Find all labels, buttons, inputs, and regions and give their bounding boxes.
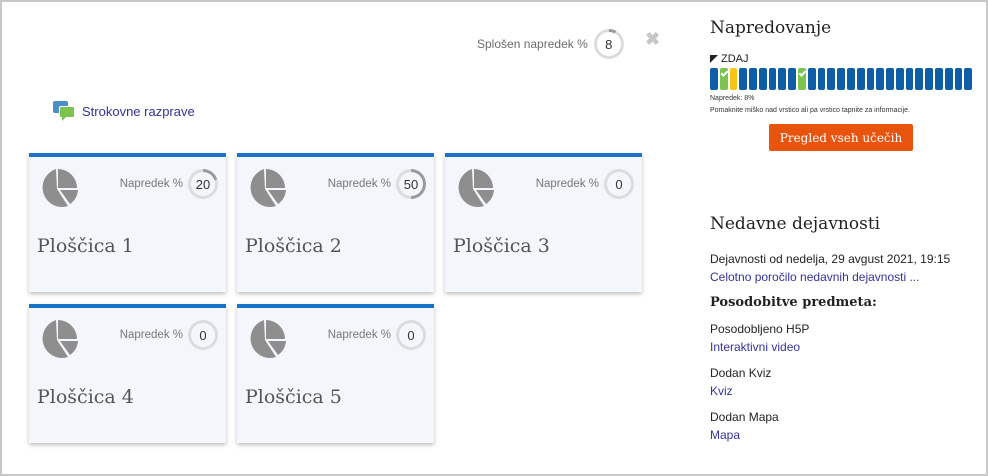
tile-progress: Napredek % 20: [120, 169, 218, 199]
tile-progress-value: 0: [407, 327, 415, 343]
progress-segment[interactable]: [719, 68, 729, 90]
recent-activity: Dejavnosti od nedelja, 29 avgust 2021, 1…: [710, 252, 978, 442]
overview-learners-button[interactable]: Pregled vseh učečih: [769, 124, 913, 151]
tile-title: Ploščica 5: [245, 386, 342, 408]
course-update: Dodan Kviz Kviz: [710, 366, 978, 398]
progress-segment[interactable]: [827, 68, 836, 90]
tile-title: Ploščica 1: [37, 235, 134, 257]
check-icon: [720, 69, 729, 77]
progress-block: Napredovanje ZDAJ Napredek: 8% Pomaknite…: [710, 18, 978, 151]
forum-label: Strokovne razprave: [82, 103, 195, 119]
check-icon: [798, 69, 807, 77]
tile[interactable]: Napredek % 20 Ploščica 1: [29, 153, 226, 292]
tile-progress: Napredek % 0: [536, 169, 634, 199]
tile-progress-label: Napredek %: [327, 329, 391, 341]
tile-progress-label: Napredek %: [535, 178, 599, 190]
tile[interactable]: Napredek % 50 Ploščica 2: [237, 153, 434, 292]
tile-progress-ring: 0: [188, 320, 218, 350]
progress-segment[interactable]: [807, 68, 816, 90]
progress-segment[interactable]: [758, 68, 767, 90]
progress-segment[interactable]: [739, 68, 748, 90]
now-label: ZDAJ: [721, 53, 749, 65]
overall-progress-value: 8: [605, 36, 613, 52]
progress-segment[interactable]: [866, 68, 875, 90]
pie-chart-icon: [250, 320, 286, 358]
tile-progress-ring: 50: [396, 169, 426, 199]
tile-progress: Napredek % 50: [328, 169, 426, 199]
progress-segment[interactable]: [954, 68, 963, 90]
tile[interactable]: Napredek % 0 Ploščica 5: [237, 304, 434, 443]
overall-progress-ring: 8: [593, 29, 624, 59]
progress-segment[interactable]: [915, 68, 924, 90]
progress-segment[interactable]: [778, 68, 787, 90]
progress-segment[interactable]: [895, 68, 904, 90]
update-title: Dodan Kviz: [710, 366, 772, 380]
progress-segment[interactable]: [934, 68, 943, 90]
progress-segment[interactable]: [846, 68, 855, 90]
tile[interactable]: Napredek % 0 Ploščica 4: [29, 304, 226, 443]
course-update: Dodan Mapa Mapa: [710, 410, 978, 442]
progress-hint: Pomaknite miško nad vrstico ali pa vrsti…: [710, 107, 910, 114]
progress-segment[interactable]: [798, 68, 807, 90]
tile-progress-ring: 20: [188, 169, 218, 199]
progress-segment[interactable]: [749, 68, 757, 90]
update-link[interactable]: Interaktivni video: [710, 340, 978, 354]
progress-heading: Napredovanje: [710, 18, 832, 38]
pie-chart-icon: [458, 169, 494, 207]
tile-progress-value: 20: [195, 176, 211, 192]
tile-title: Ploščica 4: [37, 386, 134, 408]
tile-progress: Napredek % 0: [328, 320, 426, 350]
pie-chart-icon: [42, 320, 78, 358]
overall-progress-label: Splošen napredek %: [477, 37, 588, 51]
tile-progress-label: Napredek %: [119, 178, 183, 190]
course-update: Posodobljeno H5P Interaktivni video: [710, 322, 978, 354]
tile[interactable]: Napredek % 0 Ploščica 3: [445, 153, 642, 292]
progress-note: Napredek: 8%: [710, 95, 755, 102]
now-marker: ZDAJ: [710, 53, 978, 65]
pie-chart-icon: [250, 169, 286, 207]
update-link[interactable]: Mapa: [710, 428, 978, 442]
tile-title: Ploščica 2: [245, 235, 342, 257]
tile-progress-value: 0: [615, 176, 623, 192]
progress-segment[interactable]: [710, 68, 718, 90]
full-report-link[interactable]: Celotno poročilo nedavnih dejavnosti ...: [710, 270, 978, 284]
progress-segment[interactable]: [768, 68, 777, 90]
tile-progress-label: Napredek %: [327, 178, 391, 190]
course-updates-heading: Posodobitve predmeta:: [710, 295, 877, 310]
forum-link[interactable]: Strokovne razprave: [53, 101, 195, 121]
progress-bar[interactable]: [710, 68, 973, 90]
pie-chart-icon: [42, 169, 78, 207]
progress-segment[interactable]: [905, 68, 914, 90]
tile-title: Ploščica 3: [453, 235, 550, 257]
update-link[interactable]: Kviz: [710, 384, 978, 398]
progress-segment[interactable]: [944, 68, 953, 90]
progress-segment[interactable]: [886, 68, 894, 90]
update-title: Posodobljeno H5P: [710, 322, 810, 336]
tile-progress-value: 50: [403, 176, 419, 192]
recent-activity-heading: Nedavne dejavnosti: [710, 214, 881, 234]
tile-progress-ring: 0: [396, 320, 426, 350]
progress-segment[interactable]: [837, 68, 845, 90]
flag-icon: [710, 55, 718, 63]
progress-segment[interactable]: [876, 68, 885, 90]
forum-icon: [53, 101, 75, 121]
tile-progress-label: Napredek %: [119, 329, 183, 341]
close-icon[interactable]: ✖: [645, 29, 660, 50]
tile-progress: Napredek % 0: [120, 320, 218, 350]
progress-segment[interactable]: [925, 68, 933, 90]
progress-segment[interactable]: [856, 68, 865, 90]
recent-since: Dejavnosti od nedelja, 29 avgust 2021, 1…: [710, 252, 951, 266]
progress-segment[interactable]: [729, 68, 738, 90]
progress-segment[interactable]: [817, 68, 826, 90]
update-title: Dodan Mapa: [710, 410, 779, 424]
tile-progress-ring: 0: [604, 169, 634, 199]
overall-progress: Splošen napredek % 8: [477, 29, 624, 59]
progress-segment[interactable]: [788, 68, 797, 90]
progress-segment[interactable]: [964, 68, 973, 90]
tile-progress-value: 0: [199, 327, 207, 343]
